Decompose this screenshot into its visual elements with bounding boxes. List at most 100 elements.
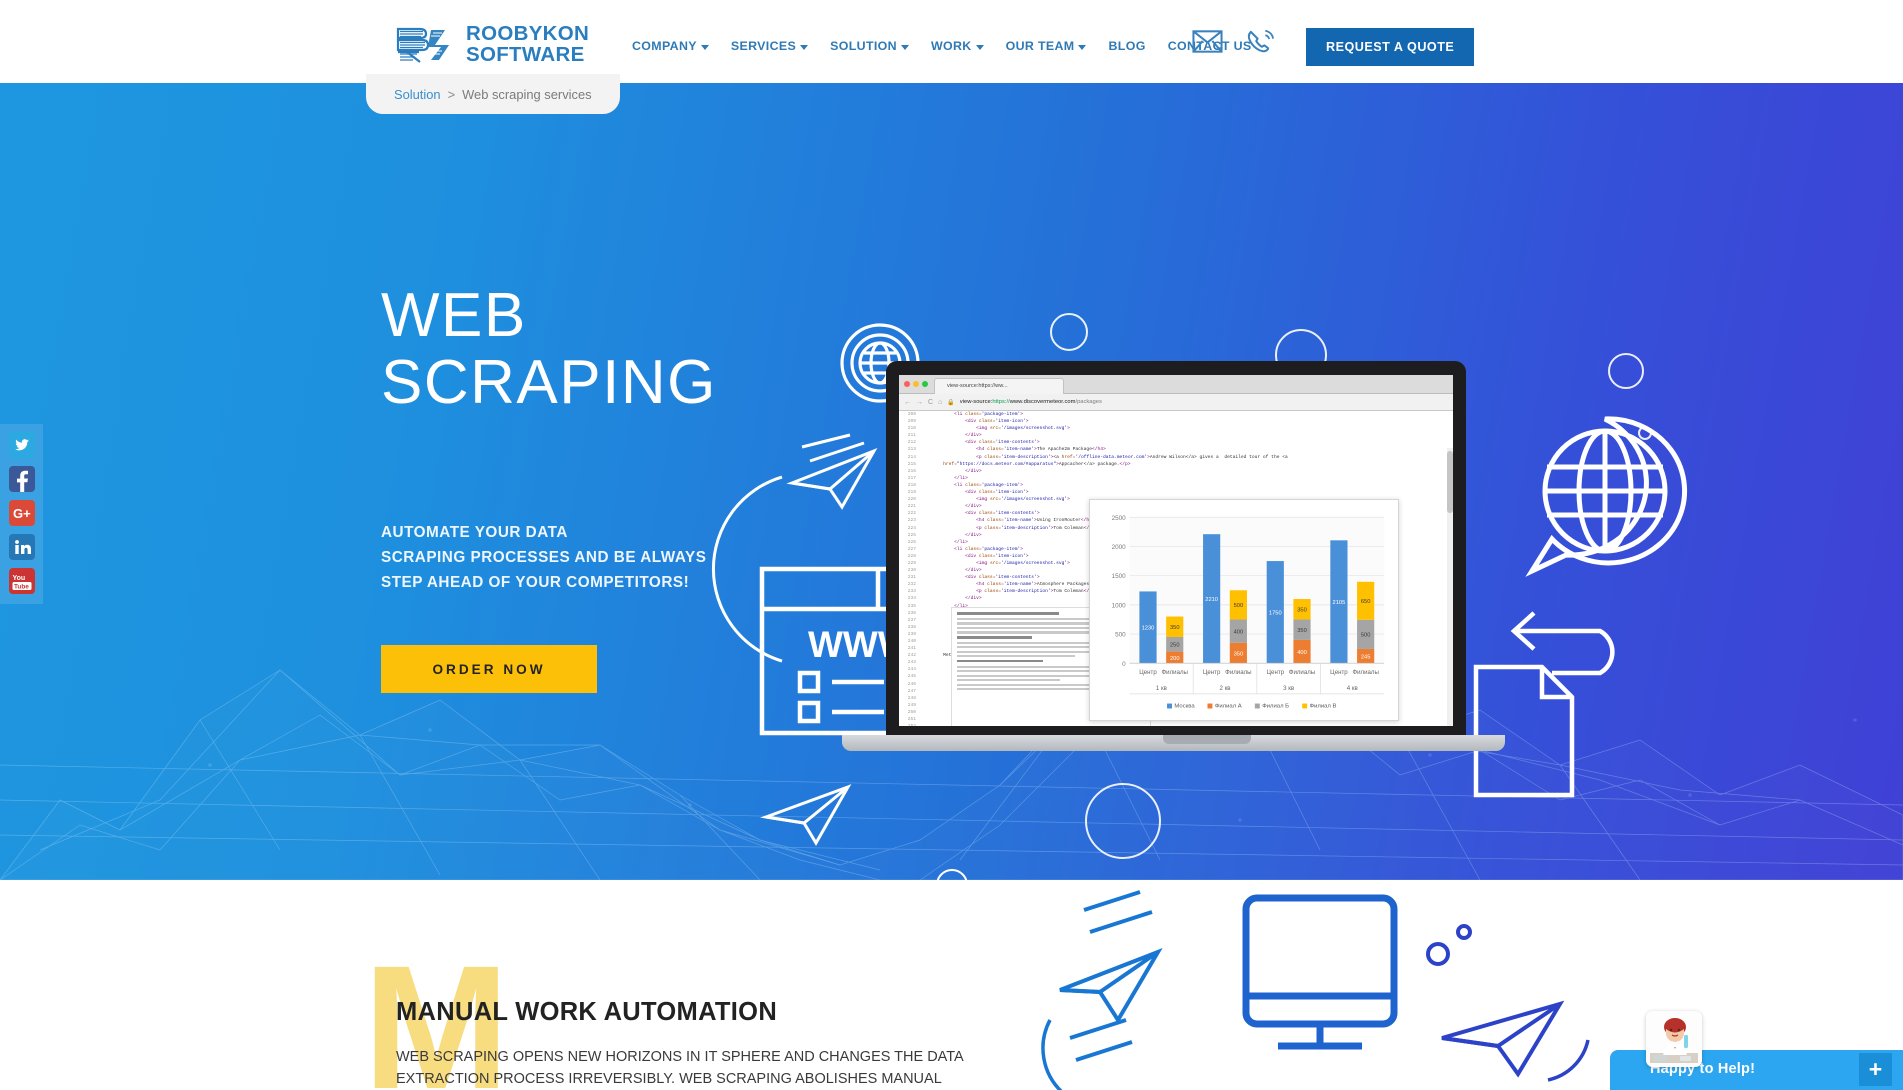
nav-label: WORK xyxy=(930,39,972,53)
code-line: 213 <h4 class='item-name'>The Apache2m P… xyxy=(899,446,1453,453)
site-logo[interactable]: ROOBYKON SOFTWARE xyxy=(395,23,589,66)
svg-text:500: 500 xyxy=(1361,633,1371,639)
code-line-number: 239 xyxy=(907,631,916,637)
nav-item-company[interactable]: COMPANY xyxy=(632,39,709,53)
code-line: 217 </li> xyxy=(899,475,1453,482)
code-line-number: 229 xyxy=(907,560,916,566)
code-line-text: <li class='package-item'> xyxy=(954,546,1024,552)
code-line-number: 237 xyxy=(907,617,916,623)
browser-url-bar[interactable]: ← → C ⌂ 🔒 view-source:https://www.discov… xyxy=(899,394,1453,411)
hero-section: WWW WEB SCRAPING AUTOMATE YOUR DATA SCRA… xyxy=(0,83,1903,880)
scrollbar-thumb[interactable] xyxy=(1447,451,1453,513)
code-line-number: 247 xyxy=(907,688,916,694)
home-icon[interactable]: ⌂ xyxy=(938,399,942,406)
svg-text:Филиалы: Филиалы xyxy=(1352,669,1378,676)
svg-text:200: 200 xyxy=(1170,656,1180,662)
code-line-text: href="https://docs.meteor.com/#apparatus… xyxy=(943,461,1131,467)
reload-icon[interactable]: C xyxy=(928,399,933,406)
breadcrumb-root-link[interactable]: Solution xyxy=(394,87,441,102)
svg-text:500: 500 xyxy=(1115,632,1126,639)
code-line-number: 252 xyxy=(899,723,921,726)
code-line-text: </li> xyxy=(954,475,968,481)
breadcrumb-current: Web scraping services xyxy=(462,86,592,102)
nav-item-work[interactable]: WORK xyxy=(931,39,984,53)
back-arrow-icon[interactable]: ← xyxy=(904,399,911,406)
svg-text:2 кв: 2 кв xyxy=(1219,685,1230,692)
code-line-number: 245 xyxy=(907,674,916,680)
url-scheme: https:// xyxy=(992,399,1010,405)
svg-text:You: You xyxy=(12,575,25,582)
nav-item-our-team[interactable]: OUR TEAM xyxy=(1006,39,1087,53)
linkedin-icon[interactable] xyxy=(8,534,35,560)
minimize-dot-icon[interactable] xyxy=(913,381,919,387)
svg-text:Центр: Центр xyxy=(1203,669,1221,676)
chat-expand-button[interactable]: + xyxy=(1859,1053,1892,1086)
code-line-number: 212 xyxy=(907,440,916,446)
code-line-text: <div class='item-icon'> xyxy=(965,419,1029,425)
svg-text:Филиал В: Филиал В xyxy=(1310,704,1337,710)
code-line-text: <h4 class='item-name'>The Apache2m Packa… xyxy=(976,447,1106,453)
ring-outline xyxy=(1638,426,1652,440)
code-line-number: 242 xyxy=(907,653,916,659)
url-path: /packages xyxy=(1075,399,1102,405)
svg-text:Филиалы: Филиалы xyxy=(1225,669,1251,676)
bar-chart-window: 0 500 1000 1500 2000 2500 1230 Центр 200 250 350 Фи… xyxy=(1089,499,1399,721)
code-line-text: <li class='package-item'> xyxy=(954,412,1024,417)
svg-text:1 кв: 1 кв xyxy=(1156,685,1167,692)
code-line-number: 213 xyxy=(907,447,916,453)
nav-item-solution[interactable]: SOLUTION xyxy=(830,39,909,53)
code-line-number: 231 xyxy=(907,575,916,581)
code-line-number: 230 xyxy=(907,568,916,574)
phone-icon[interactable] xyxy=(1245,28,1276,55)
code-line-number: 238 xyxy=(907,624,916,630)
svg-text:350: 350 xyxy=(1170,625,1180,631)
hero-title: WEB SCRAPING xyxy=(381,281,717,417)
code-line: 208 <li class='package-item'> xyxy=(899,411,1453,418)
section-body: WEB SCRAPING OPENS NEW HORIZONS IN IT SP… xyxy=(396,1049,964,1088)
code-line-number: 221 xyxy=(907,504,916,510)
code-line-text: </div> xyxy=(965,433,982,439)
view-source-code-area: 208 <li class='package-item'> 209 <div cl… xyxy=(899,411,1453,726)
site-header: ROOBYKON SOFTWARE COMPANY SERVICES SOLUT… xyxy=(0,0,1903,83)
code-line: 219 <div class='item-icon'> xyxy=(899,489,1453,496)
envelope-icon[interactable] xyxy=(1192,28,1223,55)
maximize-dot-icon[interactable] xyxy=(922,381,928,387)
breadcrumb-separator: > xyxy=(447,86,456,102)
code-line-number: 223 xyxy=(907,518,916,524)
code-line-text: </div> xyxy=(965,596,982,602)
google-plus-icon[interactable]: G+ xyxy=(8,500,35,526)
svg-text:650: 650 xyxy=(1361,599,1371,605)
svg-text:Филиалы: Филиалы xyxy=(1289,669,1315,676)
social-share-rail: G+ You Tube xyxy=(0,424,43,604)
request-a-quote-button[interactable]: REQUEST A QUOTE xyxy=(1306,28,1475,66)
youtube-icon[interactable]: You Tube xyxy=(8,568,35,594)
chevron-down-icon xyxy=(1078,44,1087,50)
support-agent-avatar xyxy=(1646,1011,1702,1067)
browser-url-text: view-source:https://www.discovermeteor.c… xyxy=(960,399,1102,405)
nav-label: OUR TEAM xyxy=(1005,39,1075,53)
code-line-number: 227 xyxy=(907,546,916,552)
twitter-icon[interactable] xyxy=(8,432,35,458)
svg-text:250: 250 xyxy=(1170,643,1180,649)
code-line: 212 <div class='item-contents'> xyxy=(899,439,1453,446)
svg-text:Центр: Центр xyxy=(1330,669,1348,676)
code-line-number: 216 xyxy=(907,468,916,474)
forward-arrow-icon[interactable]: → xyxy=(916,399,923,406)
url-prefix: view-source: xyxy=(959,399,993,405)
nav-item-blog[interactable]: BLOG xyxy=(1108,39,1145,53)
code-line-text: <div class='item-icon'> xyxy=(965,490,1029,496)
code-line-text: <div class='item-icon'> xyxy=(965,553,1029,559)
traffic-lights xyxy=(904,381,928,387)
code-line-number: 244 xyxy=(907,667,916,673)
code-line-number: 217 xyxy=(907,475,916,481)
order-now-button[interactable]: ORDER NOW xyxy=(381,645,597,693)
code-line: 211 </div> xyxy=(899,432,1453,439)
logo-line-2: SOFTWARE xyxy=(466,42,585,66)
nav-label: SERVICES xyxy=(730,39,797,53)
lower-illustration xyxy=(1041,890,1590,1090)
code-line-number: 248 xyxy=(907,695,916,701)
facebook-icon[interactable] xyxy=(8,466,35,492)
nav-item-services[interactable]: SERVICES xyxy=(730,39,809,53)
browser-tab[interactable]: view-source:https://ww... xyxy=(934,378,1064,394)
close-dot-icon[interactable] xyxy=(904,381,910,387)
